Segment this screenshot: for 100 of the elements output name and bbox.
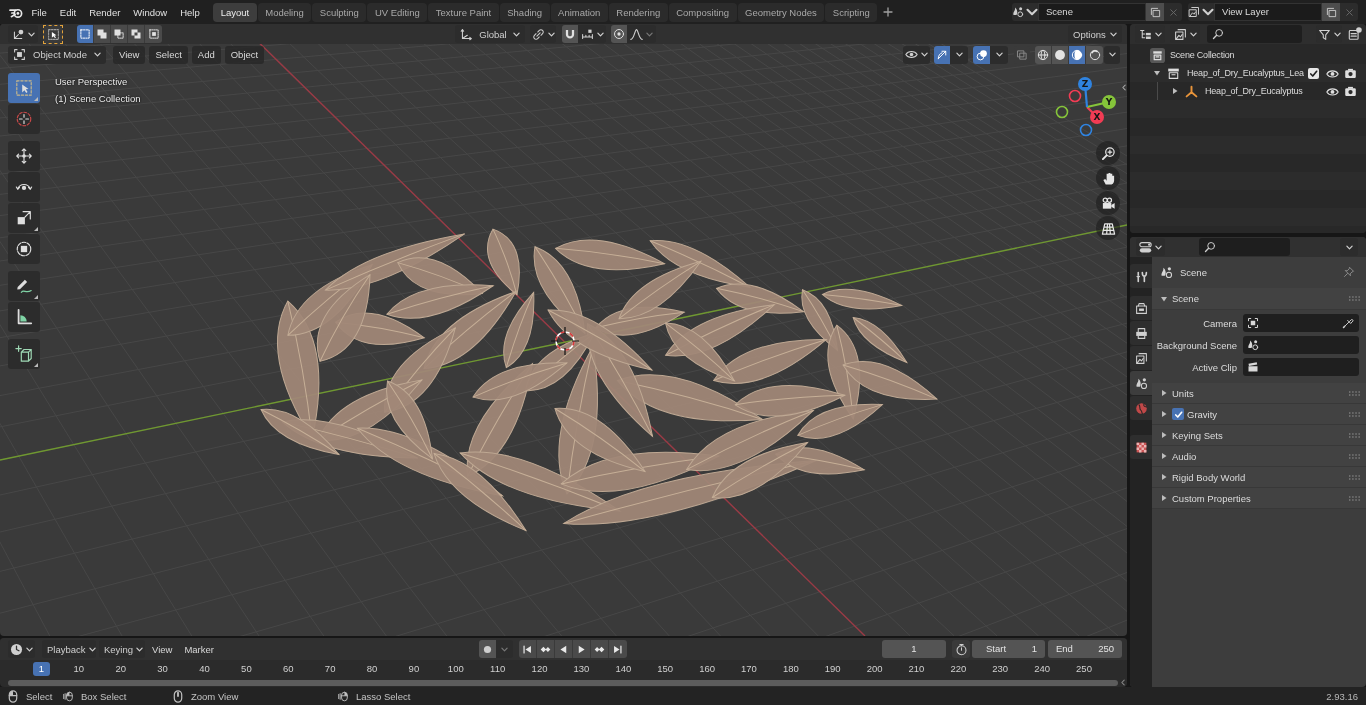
tool-button[interactable] xyxy=(8,141,40,171)
tool-button[interactable] xyxy=(8,339,40,369)
selection-mode-button[interactable] xyxy=(77,25,94,43)
pan-button[interactable] xyxy=(1096,166,1120,190)
camera-icon[interactable] xyxy=(1344,84,1357,98)
active-tool-button[interactable] xyxy=(43,24,63,44)
new-view-layer-button[interactable] xyxy=(1322,3,1340,21)
menu-item[interactable]: Object xyxy=(224,45,265,64)
scene-browse-dropdown[interactable] xyxy=(1012,3,1038,21)
workspace-tab[interactable]: Modeling xyxy=(257,2,312,22)
shading-mode-button[interactable] xyxy=(1035,45,1052,64)
panel-title[interactable]: Scene xyxy=(1172,293,1199,304)
panel-title[interactable]: Rigid Body World xyxy=(1172,471,1246,483)
workspace-tab[interactable]: Rendering xyxy=(608,2,668,22)
checkbox[interactable] xyxy=(1308,67,1319,79)
shading-dropdown[interactable] xyxy=(1104,45,1120,64)
menu-item[interactable]: View xyxy=(147,640,178,658)
properties-tab[interactable] xyxy=(1130,346,1152,370)
end-frame-field[interactable]: End 250 xyxy=(1048,640,1122,658)
perspective-toggle-button[interactable] xyxy=(1096,216,1120,240)
current-frame-field[interactable]: 1 xyxy=(882,640,946,658)
workspace-tab[interactable]: Texture Paint xyxy=(428,2,499,22)
view-layer-name-field[interactable]: View Layer xyxy=(1214,3,1322,21)
axis-handle[interactable] xyxy=(1079,123,1093,137)
panel-title[interactable]: Units xyxy=(1172,387,1194,399)
grip-icon[interactable] xyxy=(1349,474,1360,480)
shading-mode-button[interactable] xyxy=(1069,45,1086,64)
camera-view-button[interactable] xyxy=(1096,191,1120,215)
menu-item[interactable]: File xyxy=(25,2,54,22)
menu-item[interactable]: View xyxy=(113,45,146,64)
menu-item[interactable]: Marker xyxy=(179,640,219,658)
workspace-tab[interactable]: Sculpting xyxy=(312,2,367,22)
pivot-point-dropdown[interactable] xyxy=(530,25,556,43)
snap-target-dropdown[interactable] xyxy=(578,25,606,43)
workspace-tab[interactable]: Geometry Nodes xyxy=(737,2,825,22)
triangle-down-icon[interactable] xyxy=(1160,294,1168,303)
view-layer-browse-dropdown[interactable] xyxy=(1188,3,1214,21)
menu-item[interactable]: Render xyxy=(82,2,127,22)
overlay-dropdown[interactable] xyxy=(990,45,1008,64)
viewport-visibility-dropdown[interactable] xyxy=(903,45,930,64)
shading-mode-button[interactable] xyxy=(1052,45,1069,64)
properties-tab[interactable] xyxy=(1130,264,1152,288)
workspace-tab[interactable]: Animation xyxy=(550,2,608,22)
search-field[interactable] xyxy=(1199,238,1290,256)
workspace-tab[interactable]: UV Editing xyxy=(367,2,428,22)
tree-item-label[interactable]: Heap_of_Dry_Eucalyptus xyxy=(1205,86,1303,96)
tool-button[interactable] xyxy=(8,271,40,301)
new-scene-button[interactable] xyxy=(1146,3,1164,21)
mode-dropdown[interactable]: Object Mode xyxy=(8,45,106,64)
editor-type-dropdown[interactable] xyxy=(1136,238,1165,256)
snap-toggle[interactable] xyxy=(562,25,578,43)
triangle-right-icon[interactable] xyxy=(1160,431,1168,439)
workspace-tab[interactable]: Compositing xyxy=(668,2,737,22)
axis-handle[interactable]: Z xyxy=(1078,77,1092,108)
triangle-right-icon[interactable] xyxy=(1160,410,1168,418)
checkbox[interactable] xyxy=(1172,408,1184,420)
menu-item[interactable]: Window xyxy=(126,2,174,22)
orientation-dropdown[interactable]: Global xyxy=(455,25,525,43)
menu-dropdown[interactable]: Keying xyxy=(99,640,145,658)
new-collection-button[interactable] xyxy=(1347,26,1362,42)
zoom-button[interactable] xyxy=(1096,141,1120,165)
workspace-tab[interactable]: Scripting xyxy=(825,2,878,22)
axis-handle[interactable] xyxy=(1055,105,1069,119)
menu-item[interactable]: Select xyxy=(149,45,188,64)
overlay-toggle[interactable] xyxy=(973,45,990,64)
selection-mode-button[interactable] xyxy=(111,25,128,43)
scrollbar-thumb[interactable] xyxy=(8,679,1118,686)
eyedropper-icon[interactable] xyxy=(1342,317,1354,329)
workspace-tab[interactable]: Shading xyxy=(499,2,550,22)
panel-title[interactable]: Audio xyxy=(1172,450,1197,462)
triangle-right-icon[interactable] xyxy=(1160,452,1168,460)
falloff-dropdown[interactable] xyxy=(627,25,656,43)
tree-item-label[interactable]: Heap_of_Dry_Eucalyptus_Lea xyxy=(1187,68,1304,78)
menu-item[interactable]: Help xyxy=(173,2,207,22)
axis-handle[interactable]: Y xyxy=(1086,95,1116,109)
camera-icon[interactable] xyxy=(1344,66,1357,80)
auto-keying-toggle[interactable] xyxy=(479,640,496,658)
preview-range-toggle[interactable] xyxy=(952,640,970,658)
selection-mode-button[interactable] xyxy=(128,25,145,43)
triangle-down-icon[interactable] xyxy=(1153,69,1161,77)
gizmo-dropdown[interactable] xyxy=(950,45,968,64)
grip-icon[interactable] xyxy=(1349,453,1360,459)
proportional-editing-toggle[interactable] xyxy=(611,25,627,43)
options-dropdown[interactable] xyxy=(1340,238,1358,256)
selection-mode-button[interactable] xyxy=(145,25,162,43)
grip-icon[interactable] xyxy=(1349,390,1360,396)
triangle-right-icon[interactable] xyxy=(1160,494,1168,502)
properties-tab[interactable] xyxy=(1130,321,1152,345)
tool-button[interactable] xyxy=(8,172,40,202)
active-clip-field[interactable] xyxy=(1243,358,1359,376)
triangle-right-icon[interactable] xyxy=(1160,473,1168,481)
menu-dropdown[interactable]: Playback xyxy=(42,640,96,658)
properties-tab[interactable] xyxy=(1130,296,1152,320)
panel-title[interactable]: Custom Properties xyxy=(1172,492,1251,504)
options-dropdown[interactable]: Options xyxy=(1068,25,1122,43)
properties-tab[interactable] xyxy=(1130,435,1152,459)
playhead[interactable]: 1 xyxy=(33,662,50,676)
shading-mode-button[interactable] xyxy=(1086,45,1103,64)
unlink-view-layer-button[interactable] xyxy=(1340,3,1358,21)
menu-item[interactable]: Edit xyxy=(53,2,83,22)
